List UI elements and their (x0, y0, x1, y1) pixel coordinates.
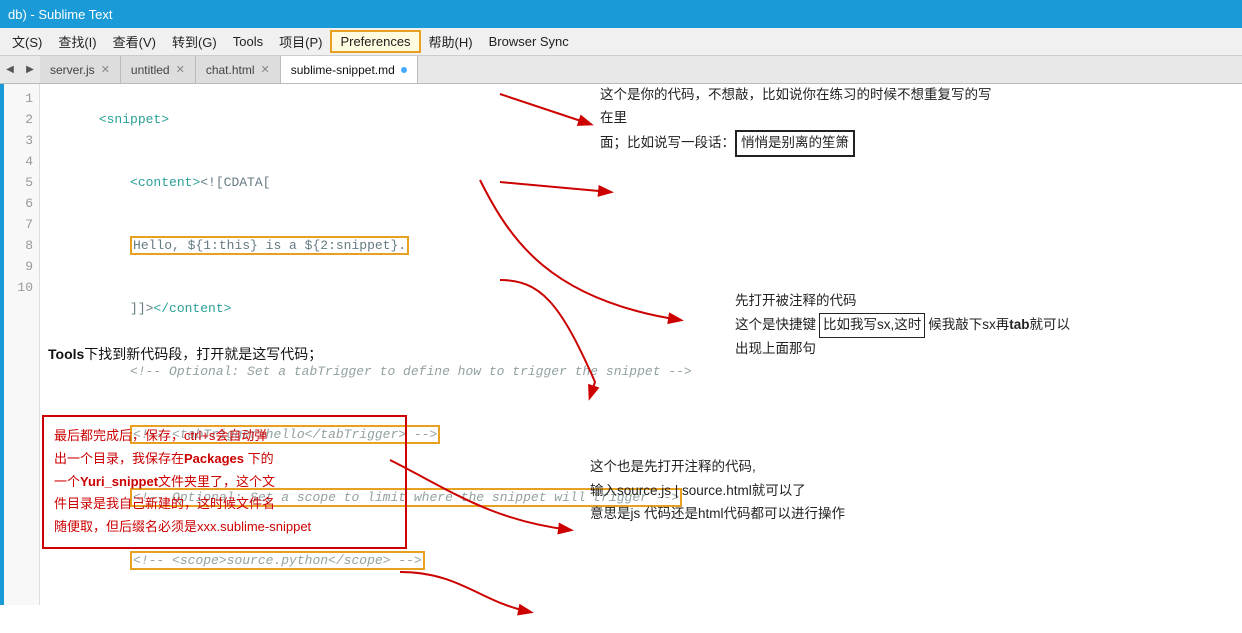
line-num: 1 (4, 88, 33, 109)
line-num: 4 (4, 151, 33, 172)
code-line-3: Hello, ${1:this} is a ${2:snippet}. (52, 214, 1230, 277)
tab-label: untitled (131, 63, 170, 77)
line-num: 7 (4, 214, 33, 235)
tab-label: sublime-snippet.md (291, 63, 395, 77)
menu-item-view[interactable]: 查看(V) (105, 30, 164, 53)
annotation-top-right: 这个是你的代码，不想敲，比如说你在练习的时候不想重复写的写在里 面；比如说写一段… (600, 84, 1000, 157)
line-num: 5 (4, 172, 33, 193)
tab-next-btn[interactable]: ▶ (20, 56, 40, 83)
code-line-9: </snippet> (52, 592, 1230, 605)
line-num: 9 (4, 256, 33, 277)
annotation-middle-right: 先打开被注释的代码 这个是快捷键比如我写sx,这时候我敲下sx再tab就可以 出… (735, 290, 1070, 361)
menu-item-browsersync[interactable]: Browser Sync (481, 32, 577, 51)
tab-server-js[interactable]: server.js ✕ (40, 56, 121, 83)
line-num: 8 (4, 235, 33, 256)
menu-item-project[interactable]: 项目(P) (271, 30, 330, 53)
title-bar-text: db) - Sublime Text (8, 7, 113, 22)
line-num: 2 (4, 109, 33, 130)
line-numbers: 1 2 3 4 5 6 7 8 9 10 (4, 84, 40, 605)
tools-bold: Tools (48, 346, 84, 362)
menu-item-tools[interactable]: Tools (225, 32, 271, 51)
bottom-left-annotation: Tools下找到新代码段，打开就是这写代码； (48, 344, 322, 365)
tab-sublime-snippet[interactable]: sublime-snippet.md (281, 56, 418, 83)
tab-label: server.js (50, 63, 95, 77)
tab-bar: ◀ ▶ server.js ✕ untitled ✕ chat.html ✕ s… (0, 56, 1242, 84)
menu-item-file[interactable]: 文(S) (4, 30, 50, 53)
line-num: 3 (4, 130, 33, 151)
tab-prev-btn[interactable]: ◀ (0, 56, 20, 83)
menu-bar: 文(S) 查找(I) 查看(V) 转到(G) Tools 项目(P) Prefe… (0, 28, 1242, 56)
tab-close-icon[interactable]: ✕ (101, 63, 110, 76)
line-num: 6 (4, 193, 33, 214)
menu-item-goto[interactable]: 转到(G) (164, 30, 225, 53)
tab-label: chat.html (206, 63, 255, 77)
tab-chat-html[interactable]: chat.html ✕ (196, 56, 281, 83)
tab-close-icon[interactable]: ✕ (176, 63, 185, 76)
menu-item-preferences[interactable]: Preferences (330, 30, 420, 53)
menu-item-help[interactable]: 帮助(H) (421, 30, 481, 53)
tab-modified-dot (401, 67, 407, 73)
line-num: 10 (4, 277, 33, 298)
tab-untitled[interactable]: untitled ✕ (121, 56, 196, 83)
title-bar: db) - Sublime Text (0, 0, 1242, 28)
annotation-bottom-right: 这个也是先打开注释的代码, 输入source.js | source.html就… (590, 455, 845, 526)
tab-close-icon[interactable]: ✕ (261, 63, 270, 76)
red-border-annotation-box: 最后都完成后，保存，ctrl+s会自动弹 出一个目录，我保存在Packages … (42, 415, 407, 549)
code-line-2: <content><![CDATA[ (52, 151, 1230, 214)
menu-item-find[interactable]: 查找(I) (50, 30, 104, 53)
